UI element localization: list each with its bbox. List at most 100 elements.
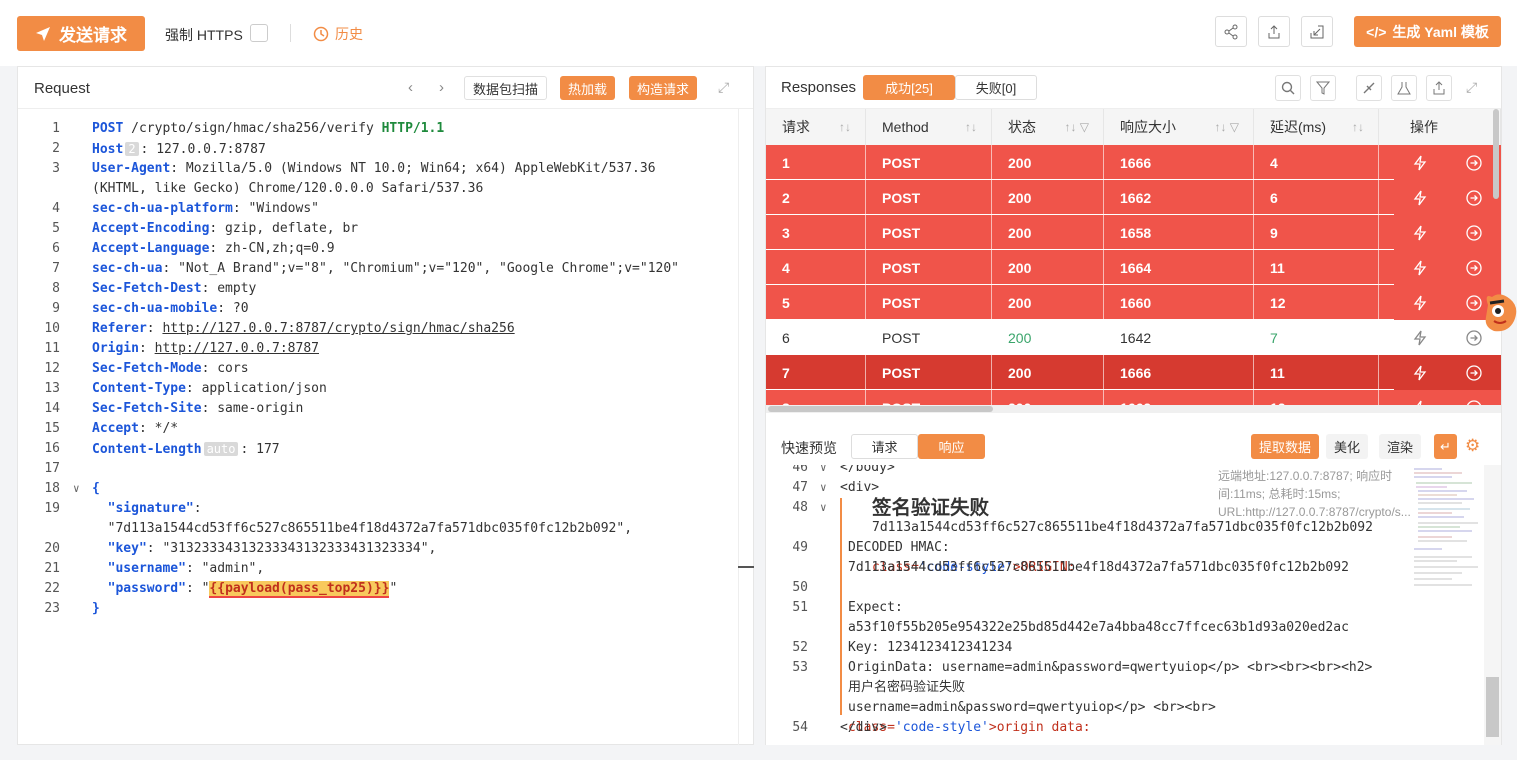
column-header-status[interactable]: 状态 ↑↓ ▽: [992, 109, 1104, 145]
clock-icon: [313, 26, 329, 42]
table-cell: 8: [766, 390, 866, 405]
beautify-button[interactable]: 美化: [1326, 434, 1369, 459]
line-number: 12: [44, 361, 60, 376]
code-text: (KHTML, like Gecko) Chrome/120.0.0.0 Saf…: [92, 181, 484, 196]
expand-icon[interactable]: ⤢: [1466, 79, 1477, 96]
expand-icon[interactable]: ⤢: [718, 79, 729, 96]
tab-preview-response[interactable]: 响应: [918, 434, 985, 459]
table-row[interactable]: 6 POST 200 1642 7: [766, 320, 1501, 355]
column-label: 状态: [1008, 119, 1036, 135]
body-vscroll-thumb[interactable]: [1486, 677, 1499, 737]
request-panel: Request ‹ › 数据包扫描 热加载 构造请求 ⤢ 1 POST /cryp…: [17, 66, 754, 745]
table-vscroll[interactable]: [1493, 109, 1499, 199]
table-row[interactable]: 2 POST 200 1662 6: [766, 180, 1501, 215]
sort-filter-icon[interactable]: ↑↓ ▽: [1064, 120, 1089, 134]
table-row[interactable]: 1 POST 200 1666 4: [766, 145, 1501, 180]
lightning-icon[interactable]: [1413, 365, 1427, 381]
sort-icon[interactable]: ↑↓: [965, 120, 977, 134]
beautify-label: 美化: [1334, 440, 1361, 455]
lightning-icon[interactable]: [1413, 190, 1427, 206]
clear-icon[interactable]: [1356, 75, 1382, 101]
wrap-toggle-icon[interactable]: ↵: [1434, 434, 1457, 459]
chevron-right-icon[interactable]: ›: [439, 79, 444, 96]
table-cell: 4: [766, 250, 866, 285]
sort-filter-icon[interactable]: ↑↓ ▽: [1214, 120, 1239, 134]
lightning-icon[interactable]: [1413, 260, 1427, 276]
line-number: 5: [52, 221, 60, 236]
table-cell: 6: [1254, 180, 1379, 215]
fold-chevron-icon[interactable]: ∨: [820, 498, 827, 518]
body-vscroll[interactable]: [1484, 465, 1501, 745]
history-button[interactable]: 历史: [313, 24, 363, 44]
table-cell: 12: [1254, 390, 1379, 405]
line-number: 16: [44, 441, 60, 456]
code-text: Content-Length auto: 177: [92, 442, 280, 457]
lightning-icon[interactable]: [1413, 155, 1427, 171]
row-actions: [1394, 215, 1501, 250]
hotload-button[interactable]: 热加载: [560, 76, 616, 100]
chevron-left-icon[interactable]: ‹: [408, 79, 413, 96]
sort-icon[interactable]: ↑↓: [1352, 120, 1364, 134]
send-request-button[interactable]: 发送请求: [17, 16, 145, 51]
packet-scan-button[interactable]: 数据包扫描: [464, 76, 548, 100]
arrow-circle-icon[interactable]: [1466, 259, 1482, 276]
arrow-circle-icon[interactable]: [1466, 154, 1482, 171]
column-header-actions: 操作: [1394, 109, 1501, 145]
fold-chevron-icon[interactable]: ∨: [73, 479, 80, 499]
arrow-circle-icon[interactable]: [1466, 224, 1482, 241]
table-row[interactable]: 8POST200166212: [766, 390, 1501, 405]
table-cell: POST: [866, 250, 992, 285]
code-text: DECODED HMAC:: [848, 540, 958, 555]
column-header-delay[interactable]: 延迟(ms) ↑↓: [1254, 109, 1379, 145]
table-row[interactable]: 3 POST 200 1658 9: [766, 215, 1501, 250]
lightning-icon[interactable]: [1413, 330, 1427, 346]
arrow-circle-icon[interactable]: [1466, 364, 1482, 381]
lightning-icon[interactable]: [1413, 225, 1427, 241]
tab-fail[interactable]: 失败[0]: [955, 75, 1037, 100]
column-label: 响应大小: [1120, 119, 1176, 135]
lightning-icon[interactable]: [1413, 295, 1427, 311]
fold-chevron-icon[interactable]: ∨: [820, 465, 827, 478]
settings-icon[interactable]: ⚙: [1465, 436, 1480, 456]
column-header-method[interactable]: Method ↑↓: [866, 109, 992, 145]
arrow-circle-icon[interactable]: [1466, 189, 1482, 206]
hscroll-thumb[interactable]: [768, 406, 993, 412]
payload-placeholder: {{payload(pass_top25)}}: [209, 581, 390, 598]
fold-guide: [840, 498, 842, 715]
share-icon[interactable]: [1215, 16, 1247, 47]
code-text: sec-ch-ua: "Not_A Brand";v="8", "Chromiu…: [92, 261, 680, 276]
line-number: 20: [44, 541, 60, 556]
row-actions: [1394, 355, 1501, 390]
code-text: User-Agent: Mozilla/5.0 (Windows NT 10.0…: [92, 161, 656, 176]
line-number: 17: [44, 461, 60, 476]
search-icon[interactable]: [1275, 75, 1301, 101]
sort-icon[interactable]: ↑↓: [839, 120, 851, 134]
table-row[interactable]: 4 POST 200 1664 11: [766, 250, 1501, 285]
code-text: username=admin&password=qwertyuiop</p> <…: [848, 700, 1216, 715]
export-icon[interactable]: [1258, 16, 1290, 47]
flask-icon[interactable]: [1391, 75, 1417, 101]
render-button[interactable]: 渲染: [1379, 434, 1422, 459]
table-row[interactable]: 7 POST 200 1666 11: [766, 355, 1501, 390]
export-icon[interactable]: [1426, 75, 1452, 101]
fold-chevron-icon[interactable]: ∨: [820, 478, 827, 498]
import-icon[interactable]: [1301, 16, 1333, 47]
tab-success[interactable]: 成功[25]: [863, 75, 955, 100]
table-cell: 6: [766, 320, 866, 355]
build-request-button[interactable]: 构造请求: [629, 76, 698, 100]
table-row[interactable]: 5 POST 200 1660 12: [766, 285, 1501, 320]
extract-data-button[interactable]: 提取数据: [1251, 434, 1320, 459]
table-hscroll[interactable]: [766, 405, 1501, 413]
table-cell: 7: [1254, 320, 1379, 355]
filter-icon[interactable]: [1310, 75, 1336, 101]
column-header-request[interactable]: 请求 ↑↓: [766, 109, 866, 145]
mascot-fox-icon[interactable]: [1480, 287, 1517, 343]
force-https-checkbox[interactable]: [250, 24, 268, 42]
generate-yaml-button[interactable]: </> 生成 Yaml 模板: [1354, 16, 1501, 47]
column-header-size[interactable]: 响应大小 ↑↓ ▽: [1104, 109, 1254, 145]
table-cell: 2: [766, 180, 866, 215]
response-body-viewer[interactable]: 46 ∨ </body> 47 ∨ <div> 48 ∨ 签名验证失败 class='code-…: [766, 465, 1501, 745]
tab-preview-request[interactable]: 请求: [851, 434, 918, 459]
code-minimap[interactable]: [1412, 465, 1484, 595]
line-number: 8: [52, 281, 60, 296]
